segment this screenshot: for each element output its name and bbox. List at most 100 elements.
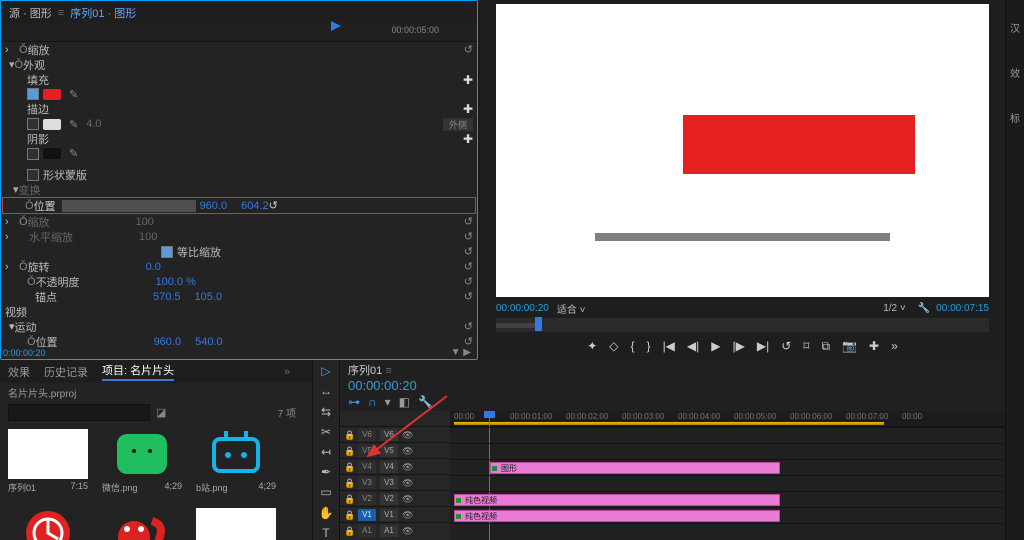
uniform-scale-check[interactable] (161, 246, 173, 258)
pen-tool-icon[interactable]: ✒ (318, 465, 334, 479)
mini-timeline[interactable]: 00:00:05:00 (1, 23, 477, 42)
lock-icon[interactable]: 🔒 (344, 478, 354, 488)
reset-icon[interactable]: ↺ (464, 290, 473, 303)
eyedropper-icon[interactable]: ✎ (69, 147, 78, 160)
bin-icon[interactable]: ◪ (156, 406, 166, 419)
timeline-sequence-name[interactable]: 序列01 (348, 365, 382, 377)
anchor-y-value[interactable]: 105.0 (195, 291, 223, 303)
stroke-outer-button[interactable]: 外侧 (443, 118, 473, 131)
timeline-timecode[interactable]: 00:00:00:20 (348, 378, 997, 393)
transport-btn-4[interactable]: |◀ (663, 339, 675, 353)
transport-btn-6[interactable]: ▶ (711, 339, 720, 353)
reset-icon[interactable]: ↺ (464, 245, 473, 258)
transport-btn-2[interactable]: { (631, 339, 635, 353)
tab-source[interactable]: 源 · 图形 (3, 3, 58, 23)
transport-btn-13[interactable]: ✚ (869, 339, 879, 353)
prop-uniform[interactable]: 等比缩放 (177, 244, 221, 260)
lock-icon[interactable]: 🔒 (344, 462, 354, 472)
transport-btn-3[interactable]: } (647, 339, 651, 353)
program-resolution[interactable]: 1/2 ˅ (883, 303, 906, 314)
track-patch[interactable]: V1 (380, 509, 398, 521)
fill-color-swatch[interactable] (43, 89, 61, 100)
marker-icon[interactable]: ▾ (385, 395, 391, 409)
prop-motion[interactable]: 运动 (15, 319, 37, 335)
razor-tool-icon[interactable]: ✂ (318, 425, 334, 439)
red-rectangle-graphic[interactable] (683, 115, 915, 174)
prop-position[interactable]: 位置 (34, 198, 56, 214)
selection-tool-icon[interactable]: ▷ (318, 364, 334, 378)
program-tc-right[interactable]: 00:00:07:15 (936, 303, 989, 314)
anchor-x-value[interactable]: 570.5 (153, 291, 181, 303)
eye-icon[interactable]: 👁 (402, 494, 412, 504)
scale-value[interactable]: 100 (136, 216, 154, 228)
program-scrubber[interactable] (496, 318, 989, 332)
prop-transform[interactable]: 变换 (19, 182, 41, 198)
track-select-tool-icon[interactable]: ↔ (318, 384, 334, 398)
clip-v1[interactable]: 纯色视频 (454, 510, 780, 522)
shadow-enable-check[interactable] (27, 148, 39, 160)
eye-icon[interactable]: 👁 (402, 510, 412, 520)
track-patch[interactable]: A1 (380, 525, 398, 537)
reset-icon[interactable]: ↺ (464, 260, 473, 273)
wrench-icon[interactable]: 🔧 (918, 303, 930, 314)
shapemask-check[interactable] (27, 169, 39, 181)
clip-v4[interactable]: 图形 (490, 462, 780, 474)
track-patch[interactable]: V6 (380, 429, 398, 441)
transport-btn-14[interactable]: » (891, 339, 898, 353)
program-tc-left[interactable]: 00:00:00:20 (496, 303, 549, 314)
pos-x-value[interactable]: 960.0 (200, 200, 228, 212)
add-shadow-icon[interactable]: ✚ (463, 132, 473, 146)
transport-btn-12[interactable]: 📷 (842, 339, 857, 353)
slip-tool-icon[interactable]: ↤ (318, 445, 334, 459)
tab-effects[interactable]: 效果 (8, 364, 30, 380)
tab-sequence[interactable]: 序列01 · 图形 (64, 3, 142, 23)
position-slider[interactable] (62, 200, 196, 212)
track-target[interactable]: V5 (358, 445, 376, 457)
eye-icon[interactable]: 👁 (402, 430, 412, 440)
reset-icon[interactable]: ↺ (464, 215, 473, 228)
lock-icon[interactable]: 🔒 (344, 510, 354, 520)
fill-enable-check[interactable] (27, 88, 39, 100)
project-thumb[interactable] (8, 429, 88, 479)
track-target[interactable]: V2 (358, 493, 376, 505)
rect-tool-icon[interactable]: ▭ (318, 485, 334, 499)
pos-y-value[interactable]: 604.2 (241, 200, 269, 212)
p2x-value[interactable]: 960.0 (154, 336, 182, 348)
transport-btn-5[interactable]: ◀| (687, 339, 699, 353)
project-thumb[interactable] (102, 508, 182, 540)
prop-scale[interactable]: 缩放 (28, 42, 50, 58)
eyedropper-icon[interactable]: ✎ (69, 118, 78, 131)
reset-icon[interactable]: ↺ (269, 199, 278, 212)
project-thumb[interactable] (196, 429, 276, 479)
track-patch[interactable]: V5 (380, 445, 398, 457)
stroke-enable-check[interactable] (27, 118, 39, 130)
eye-icon[interactable]: 👁 (402, 478, 412, 488)
prop-anchor[interactable]: 锚点 (35, 289, 57, 305)
track-target[interactable]: A1 (358, 525, 376, 537)
project-thumb[interactable] (102, 429, 182, 479)
transport-btn-11[interactable]: ⧉ (821, 339, 830, 354)
gray-bar-graphic[interactable] (595, 233, 891, 242)
track-target[interactable]: V1 (358, 509, 376, 521)
clip-v2[interactable]: 纯色视频 (454, 494, 780, 506)
tab-history[interactable]: 历史记录 (44, 364, 88, 380)
project-search-input[interactable] (8, 404, 150, 421)
transport-btn-9[interactable]: ↺ (781, 339, 791, 353)
settings-icon[interactable]: ◧ (399, 395, 410, 409)
playhead-icon[interactable] (331, 21, 341, 31)
track-patch[interactable]: V2 (380, 493, 398, 505)
p2y-value[interactable]: 540.0 (195, 336, 223, 348)
program-canvas[interactable] (496, 4, 989, 297)
project-thumb[interactable] (196, 508, 276, 540)
lock-icon[interactable]: 🔒 (344, 494, 354, 504)
stroke-width-value[interactable]: 4.0 (86, 118, 101, 130)
ripple-tool-icon[interactable]: ⇆ (318, 404, 334, 418)
eye-icon[interactable]: 👁 (402, 526, 412, 536)
hand-tool-icon[interactable]: ✋ (318, 506, 334, 520)
work-area-bar[interactable] (454, 422, 884, 425)
prop-opacity[interactable]: 不透明度 (36, 274, 80, 290)
lock-icon[interactable]: 🔒 (344, 430, 354, 440)
track-patch[interactable]: V3 (380, 477, 398, 489)
program-zoom-fit[interactable]: 适合 ˅ (557, 301, 586, 316)
track-target[interactable]: V4 (358, 461, 376, 473)
